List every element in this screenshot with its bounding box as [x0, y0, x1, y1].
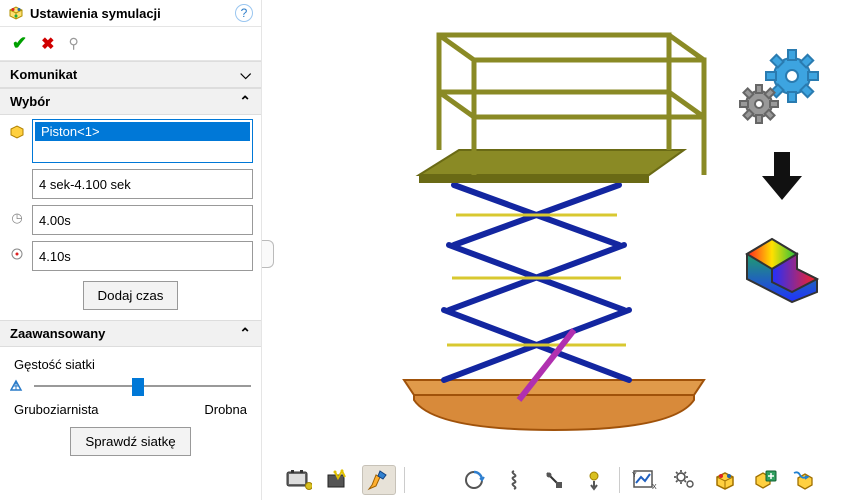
simulation-cube-icon: [722, 224, 842, 304]
fine-label: Drobna: [204, 402, 247, 417]
section-komunikat[interactable]: Komunikat ⌵: [0, 61, 261, 88]
panel-header: Ustawienia symulacji ?: [0, 0, 261, 27]
selection-item[interactable]: Piston<1>: [35, 122, 250, 141]
animation-wizard-button[interactable]: [322, 465, 356, 495]
wybor-body: Piston<1> 4 sek-4.100 sek ◷ 4.00s 4.10s …: [0, 115, 261, 320]
mesh-density-label: Gęstość siatki: [14, 357, 251, 372]
splitter-handle[interactable]: [262, 240, 274, 268]
help-icon[interactable]: ?: [235, 4, 253, 22]
check-mesh-button[interactable]: Sprawdź siatkę: [70, 427, 190, 456]
cancel-icon[interactable]: ✖: [41, 34, 54, 54]
contact-button[interactable]: [537, 465, 571, 495]
svg-text:Y: Y: [632, 472, 637, 479]
chevron-down-icon: ⌵: [240, 66, 251, 83]
gears-icon: [722, 48, 842, 128]
panel-title: Ustawienia symulacji: [30, 6, 229, 21]
coarse-label: Gruboziarnista: [14, 402, 99, 417]
spacer: [8, 173, 26, 191]
spring-button[interactable]: [497, 465, 531, 495]
simulation-settings-icon: [8, 5, 24, 21]
section-label: Wybór: [10, 94, 50, 109]
results-plot-button[interactable]: YX: [628, 465, 662, 495]
settings-button[interactable]: [668, 465, 702, 495]
property-panel: Ustawienia symulacji ? ✔ ✖ ⚲ Komunikat ⌵…: [0, 0, 262, 500]
import-results-button[interactable]: [748, 465, 782, 495]
adv-body: Gęstość siatki Gruboziarnista Drobna Spr…: [0, 347, 261, 462]
arrow-down-icon: [722, 146, 842, 206]
svg-text:X: X: [652, 484, 657, 491]
result-cube-button[interactable]: [708, 465, 742, 495]
mesh-density-slider[interactable]: [34, 376, 251, 396]
motor-button[interactable]: [457, 465, 491, 495]
add-time-button[interactable]: Dodaj czas: [83, 281, 179, 310]
mesh-icon: [10, 378, 26, 395]
section-wybor[interactable]: Wybór ⌃: [0, 88, 261, 115]
confirm-row: ✔ ✖ ⚲: [0, 27, 261, 61]
flow-results-button[interactable]: [788, 465, 822, 495]
workflow-column: [722, 48, 842, 322]
end-time-field[interactable]: 4.10s: [32, 241, 253, 271]
clock-icon: ◷: [8, 209, 26, 227]
selection-list[interactable]: Piston<1>: [32, 119, 253, 163]
ok-icon[interactable]: ✔: [12, 33, 27, 54]
motion-study-button[interactable]: [282, 465, 316, 495]
section-label: Komunikat: [10, 67, 77, 82]
start-time-field[interactable]: 4.00s: [32, 205, 253, 235]
chevron-up-icon: ⌃: [239, 325, 251, 342]
pin-icon[interactable]: ⚲: [69, 35, 79, 52]
motion-toolbar: YX: [274, 460, 860, 500]
section-label: Zaawansowany: [10, 326, 105, 341]
chevron-up-icon: ⌃: [239, 93, 251, 110]
end-clock-icon: [8, 245, 26, 263]
component-icon: [8, 123, 26, 141]
time-range-field[interactable]: 4 sek-4.100 sek: [32, 169, 253, 199]
gravity-button[interactable]: [577, 465, 611, 495]
section-zaawansowany[interactable]: Zaawansowany ⌃: [0, 320, 261, 347]
sim-setup-button[interactable]: [362, 465, 396, 495]
